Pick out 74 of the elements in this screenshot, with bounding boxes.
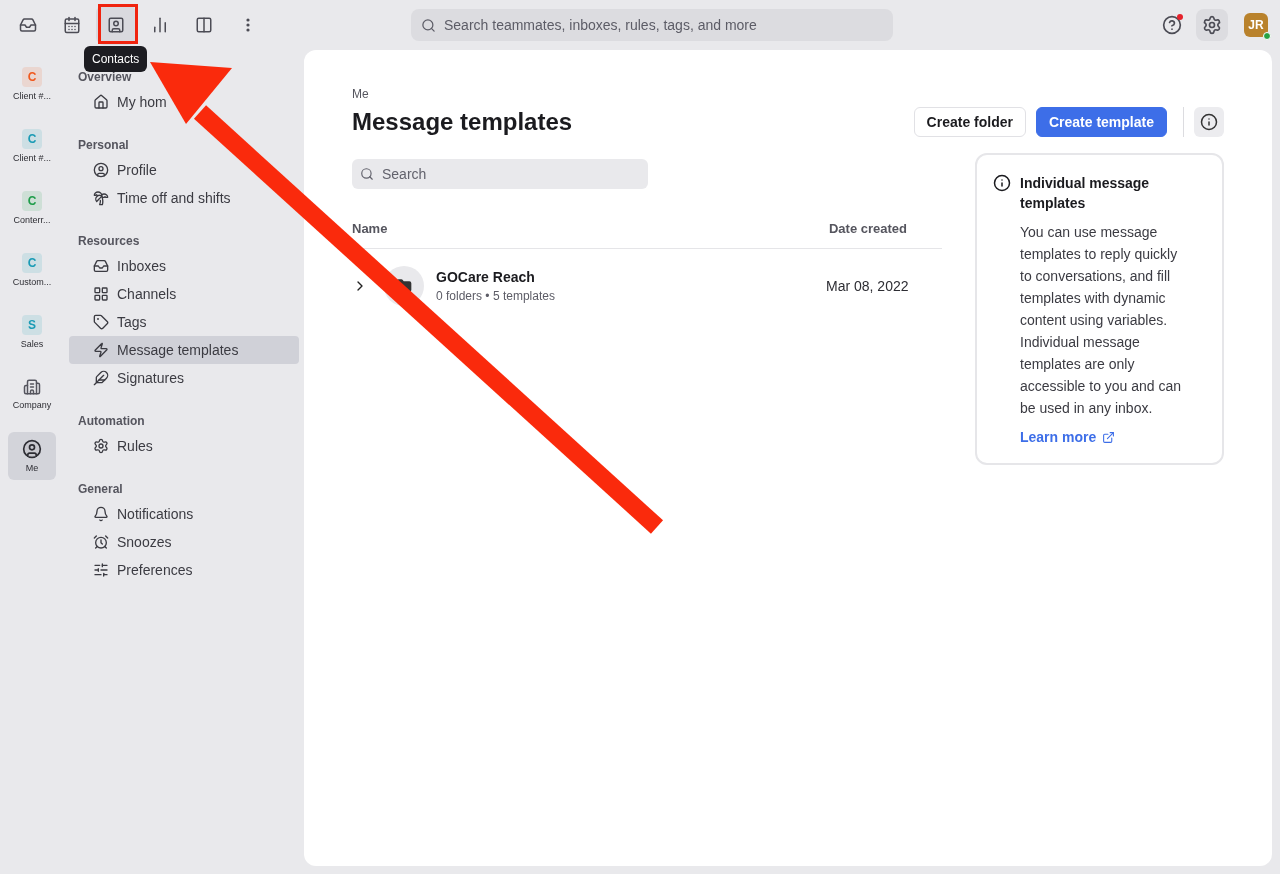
search-icon — [360, 167, 374, 181]
more-icon — [246, 18, 250, 32]
sidebar-item[interactable]: Rules — [69, 432, 299, 460]
column-header: Name — [352, 221, 388, 236]
contact-card-icon — [107, 16, 125, 34]
sidebar-item[interactable]: Signatures — [69, 364, 299, 392]
create-folder-button[interactable]: Create folder — [913, 107, 1026, 137]
workspace-item[interactable]: C Client #... — [8, 122, 56, 170]
settings-icon — [93, 438, 109, 454]
tag-icon — [93, 314, 109, 330]
sliders-icon — [93, 562, 109, 578]
bar-chart-icon — [151, 16, 169, 34]
sidebar-item[interactable]: Tags — [69, 308, 299, 336]
sidebar-item[interactable]: Preferences — [69, 556, 299, 584]
palm-tree-icon — [93, 190, 109, 206]
breadcrumb: Me — [352, 87, 370, 101]
building-icon — [23, 378, 41, 396]
info-icon — [1200, 113, 1218, 131]
settings-button[interactable] — [1196, 9, 1228, 41]
grid-icon — [93, 286, 109, 302]
sidebar-item[interactable]: Channels — [69, 280, 299, 308]
workspace-tile: S — [22, 315, 42, 335]
create-template-button[interactable]: Create template — [1035, 107, 1167, 137]
workspace-item[interactable]: C Custom... — [8, 246, 56, 294]
workspace-item[interactable]: C Client #... — [8, 60, 56, 108]
search-icon — [421, 17, 436, 33]
page-title: Message templates — [352, 108, 573, 136]
search-field[interactable]: Search — [352, 159, 648, 189]
column-header: Date created — [828, 221, 907, 236]
workspace-item[interactable]: Me — [8, 432, 56, 480]
folder-name: GOCare Reach — [436, 269, 536, 285]
learn-more-link[interactable]: Learn more — [1020, 429, 1192, 445]
card-text: You can use message templates to reply quickly to conversations, and fill templates with dynamic content using variables. Individual message templates are only accessible to you and can be used in any inbox. — [1020, 223, 1183, 418]
workspace-tile: C — [22, 129, 42, 149]
workspace-tile: C — [22, 191, 42, 211]
highlight-box — [98, 4, 138, 44]
bell-icon — [93, 506, 109, 522]
home-icon — [93, 94, 109, 110]
section-title: Automation — [77, 413, 146, 430]
date-cell-text: Mar 08, 2022 — [826, 278, 910, 294]
inbox-icon — [19, 16, 37, 34]
card-title: Individual message templates — [1020, 174, 1151, 213]
lightning-icon — [93, 342, 109, 358]
feather-icon — [93, 370, 109, 386]
sidebar-item[interactable]: Time off and shifts — [69, 184, 299, 212]
user-circle-icon — [93, 162, 109, 178]
info-button[interactable] — [1194, 107, 1224, 137]
section-title: Resources — [77, 233, 141, 250]
workspace-tile: C — [22, 67, 42, 87]
book-icon — [195, 16, 213, 34]
info-icon — [993, 174, 1011, 192]
section-title: General — [77, 481, 124, 498]
sidebar-item[interactable]: Inboxes — [69, 252, 299, 280]
workspace-item[interactable]: S Sales — [8, 308, 56, 356]
folder-meta: 0 folders • 5 templates — [436, 289, 555, 303]
tooltip: Contacts — [84, 46, 148, 72]
sidebar-item[interactable]: Profile — [69, 156, 299, 184]
workspace-item[interactable]: Company — [8, 370, 56, 418]
calendar-icon — [63, 16, 81, 34]
alarm-clock-icon — [93, 534, 109, 550]
search-field[interactable]: Search teammates, inboxes, rules, tags, and more — [411, 9, 893, 41]
sidebar-item[interactable]: My hom — [69, 88, 299, 116]
section-title: Overview — [77, 69, 133, 86]
settings-icon — [1202, 15, 1222, 35]
workspace-item[interactable]: C Conterr... — [8, 184, 56, 232]
inbox-icon — [93, 258, 109, 274]
sidebar-item[interactable]: Snoozes — [69, 528, 299, 556]
help-icon — [1162, 15, 1182, 35]
sidebar-item[interactable]: Message templates — [69, 336, 299, 364]
sidebar-item[interactable]: Notifications — [69, 500, 299, 528]
external-link-icon — [1102, 430, 1116, 444]
user-icon — [22, 439, 42, 459]
section-title: Personal — [77, 137, 130, 154]
workspace-tile: C — [22, 253, 42, 273]
